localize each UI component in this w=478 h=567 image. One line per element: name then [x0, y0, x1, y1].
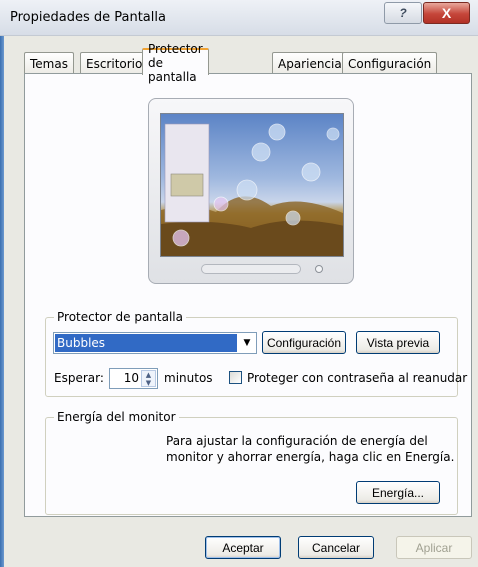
tab-temas[interactable]: Temas — [24, 52, 74, 74]
tab-label: Apariencia — [278, 56, 342, 71]
spin-arrows-icon[interactable]: ▲ ▼ — [141, 370, 156, 387]
close-button[interactable]: X — [423, 2, 470, 24]
minutes-label: minutos — [164, 371, 213, 385]
wait-label: Esperar: — [54, 371, 104, 385]
help-button[interactable]: ? — [384, 2, 422, 24]
preview-screen — [160, 113, 344, 257]
screensaver-select[interactable]: Bubbles ▼ — [53, 332, 257, 354]
screensaver-selected-value: Bubbles — [55, 334, 237, 352]
energy-group-label: Energía del monitor — [54, 410, 179, 424]
chevron-down-icon[interactable]: ▼ — [238, 333, 256, 353]
window-left-border — [0, 36, 4, 567]
close-icon: X — [441, 5, 452, 21]
screensaver-settings-button[interactable]: Configuración — [262, 331, 346, 354]
power-icon — [315, 265, 323, 273]
tab-apariencia[interactable]: Apariencia — [272, 52, 348, 74]
energy-description: Para ajustar la configuración de energía… — [166, 434, 455, 464]
ok-button[interactable]: Aceptar — [205, 536, 281, 559]
monitor-stand — [201, 264, 301, 274]
display-properties-window: Propiedades de Pantalla ? X Temas Escrit… — [0, 0, 478, 567]
password-checkbox[interactable] — [229, 371, 242, 384]
tab-label: Escritorio — [86, 56, 143, 71]
tab-configuracion[interactable]: Configuración — [342, 52, 438, 74]
bubbles-preview-image — [161, 123, 343, 256]
title-bar: Propiedades de Pantalla ? X — [0, 0, 478, 36]
tab-label: Protector de pantalla — [148, 41, 203, 84]
password-checkbox-label[interactable]: Proteger con contraseña al reanudar — [247, 371, 467, 385]
preview-button[interactable]: Vista previa — [356, 331, 440, 354]
window-title: Propiedades de Pantalla — [10, 10, 166, 25]
tab-label: Configuración — [348, 56, 432, 71]
tab-protector-de-pantalla[interactable]: Protector de pantalla — [142, 42, 209, 84]
monitor-preview — [148, 98, 354, 284]
tab-escritorio[interactable]: Escritorio — [80, 52, 149, 74]
apply-button[interactable]: Aplicar — [396, 536, 472, 559]
wait-value: 10 — [123, 371, 139, 385]
screensaver-group: Protector de pantalla — [45, 310, 458, 397]
cancel-button[interactable]: Cancelar — [298, 536, 374, 559]
help-icon: ? — [399, 6, 407, 20]
screensaver-group-label: Protector de pantalla — [54, 310, 186, 324]
energy-button[interactable]: Energía... — [356, 481, 440, 504]
tab-label: Temas — [30, 56, 68, 71]
wait-minutes-stepper[interactable]: 10 ▲ ▼ — [109, 368, 158, 389]
